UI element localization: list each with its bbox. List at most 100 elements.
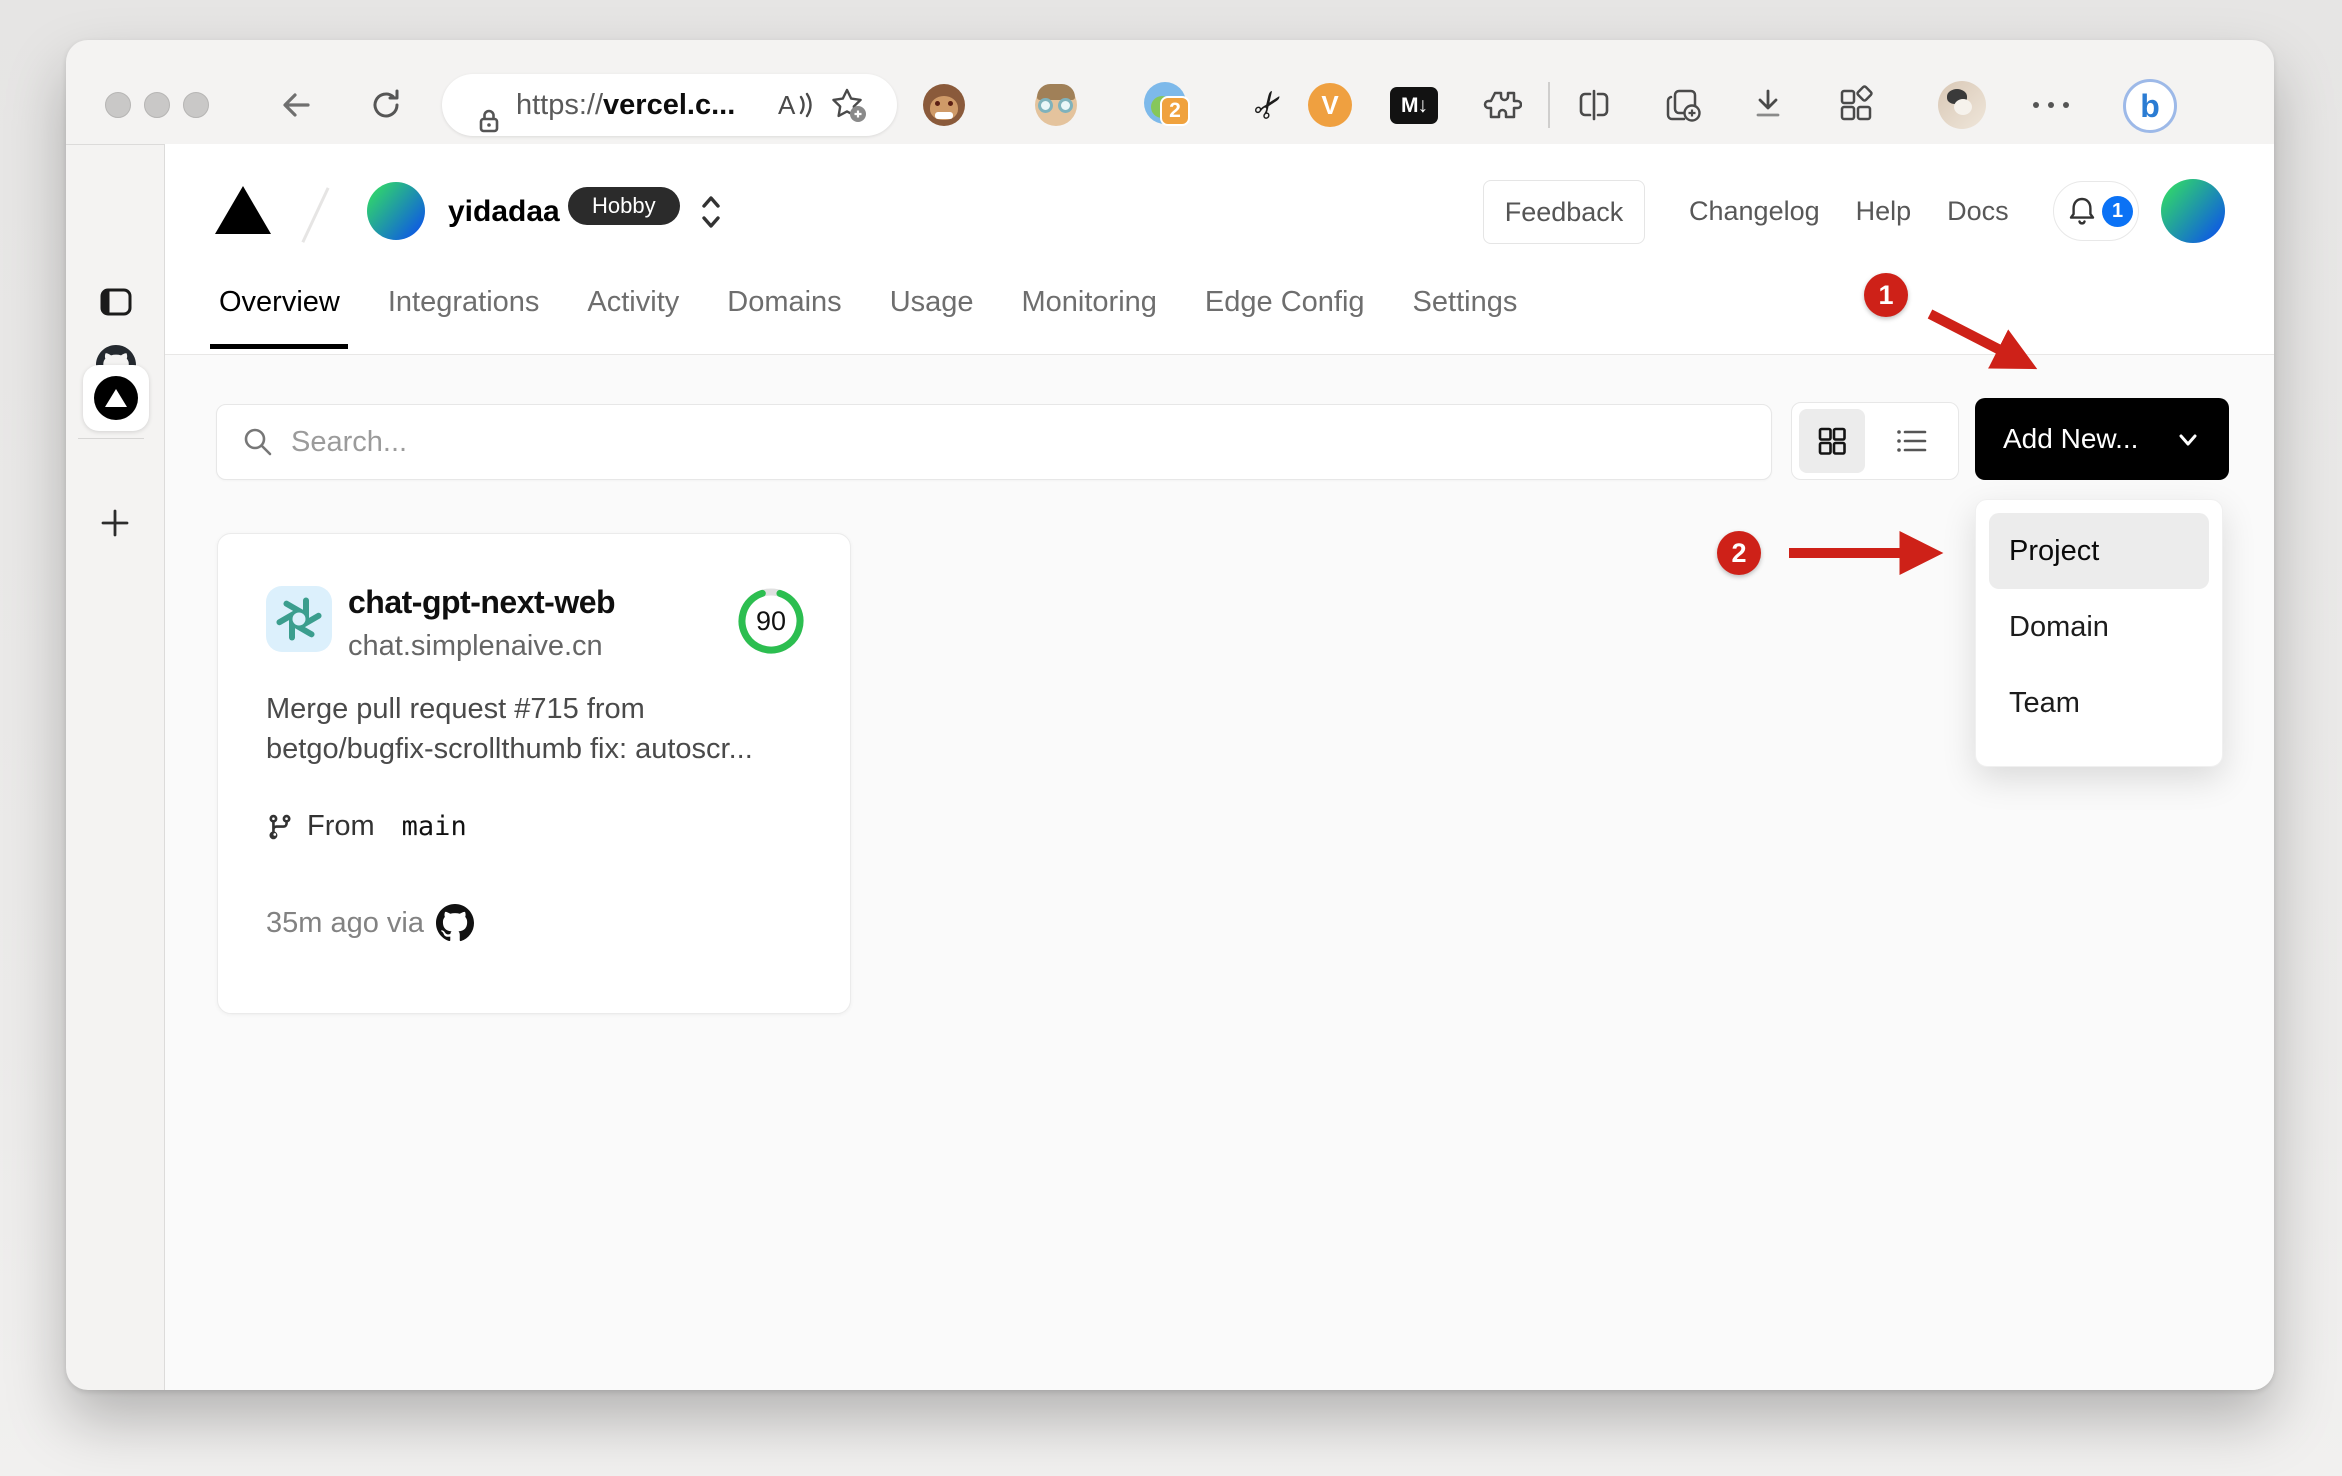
grid-view-button[interactable] [1799, 409, 1865, 473]
bing-icon: b [2123, 79, 2177, 133]
extension-markdown-icon[interactable]: M↓ [1390, 87, 1438, 124]
user-avatar[interactable] [2161, 179, 2225, 243]
lock-icon [474, 106, 504, 136]
search-bar[interactable] [216, 404, 1772, 480]
download-icon [1756, 89, 1780, 117]
tab-edge-config[interactable]: Edge Config [1205, 286, 1365, 320]
apps-launcher-button[interactable] [1835, 84, 1877, 126]
refresh-button[interactable] [367, 86, 405, 124]
feedback-button[interactable]: Feedback [1483, 180, 1645, 244]
traffic-minimize-button[interactable] [144, 92, 170, 118]
help-link[interactable]: Help [1856, 196, 1912, 227]
collections-add-icon [1666, 89, 1701, 122]
header-links: Changelog Help Docs [1689, 196, 2009, 227]
extension-scissors-icon[interactable]: ✂ [1243, 81, 1294, 129]
vercel-logo[interactable] [215, 186, 271, 234]
dropdown-item-project[interactable]: Project [1989, 513, 2209, 589]
add-new-label: Add New... [2003, 423, 2139, 454]
team-switcher-chevrons[interactable] [697, 192, 725, 232]
traffic-zoom-button[interactable] [183, 92, 209, 118]
browser-toolbar: https://vercel.c... A 2 ✂ V M↓ b [66, 40, 2274, 145]
add-new-button[interactable]: Add New... [1975, 398, 2229, 480]
vercel-page: yidadaa Hobby Feedback Changelog Help Do… [164, 144, 2274, 1390]
tab-domains[interactable]: Domains [727, 286, 841, 320]
more-menu-button[interactable] [2033, 102, 2069, 108]
add-new-dropdown: Project Domain Team [1975, 499, 2223, 767]
tab-vercel-active[interactable] [83, 365, 149, 431]
git-branch-icon [269, 814, 291, 839]
team-avatar[interactable] [367, 182, 425, 240]
extensions-puzzle-button[interactable] [1482, 85, 1522, 125]
extension-person-icon[interactable] [1035, 84, 1077, 126]
dropdown-item-domain[interactable]: Domain [1989, 589, 2209, 665]
plan-badge: Hobby [568, 187, 680, 225]
url-text: https://vercel.c... [516, 89, 766, 122]
vercel-favicon [94, 376, 138, 420]
breadcrumb-slash [301, 187, 330, 243]
puzzle-icon [1483, 91, 1522, 119]
profile-avatar[interactable] [1938, 81, 1986, 129]
collections-button[interactable] [1661, 84, 1705, 128]
new-tab-button[interactable] [99, 507, 131, 539]
browser-sidebar [66, 145, 163, 1390]
extension-v-icon[interactable]: V [1308, 83, 1352, 127]
annotation-step-2: 2 [1717, 531, 1761, 575]
from-label: From [307, 810, 375, 842]
downloads-button[interactable] [1749, 85, 1787, 123]
commit-line-1: Merge pull request #715 from [266, 693, 645, 725]
sidebar-panel-icon [100, 288, 132, 316]
dropdown-item-team[interactable]: Team [1989, 665, 2209, 741]
score-ring[interactable]: 90 [735, 585, 807, 657]
back-button[interactable] [277, 86, 315, 124]
deployment-meta: 35m ago via [266, 904, 474, 942]
favorites-button[interactable] [828, 85, 868, 125]
grid-view-icon [1818, 427, 1846, 455]
annotation-step-1: 1 [1864, 273, 1908, 317]
apps-grid-icon [1840, 85, 1873, 121]
sidebar-divider [78, 438, 144, 439]
project-icon-tile [266, 586, 332, 652]
extension-badge: 2 [1160, 96, 1190, 126]
vercel-header: yidadaa Hobby Feedback Changelog Help Do… [165, 144, 2274, 355]
project-domain[interactable]: chat.simplenaive.cn [348, 630, 603, 663]
changelog-link[interactable]: Changelog [1689, 196, 1820, 227]
sidebar-toggle-button[interactable] [98, 284, 134, 320]
url-scheme: https:// [516, 88, 604, 121]
tab-settings[interactable]: Settings [1413, 286, 1518, 320]
read-aloud-button[interactable]: A [774, 87, 814, 123]
tab-activity[interactable]: Activity [587, 286, 679, 320]
url-host: vercel.c... [603, 88, 736, 121]
toolbar-divider [1548, 82, 1550, 128]
view-toggle-group [1791, 402, 1959, 480]
branch-name[interactable]: main [402, 811, 467, 842]
project-card[interactable]: chat-gpt-next-web chat.simplenaive.cn 90… [217, 533, 851, 1014]
address-bar[interactable]: https://vercel.c... A [442, 74, 897, 136]
split-screen-button[interactable] [1574, 85, 1614, 125]
commit-message[interactable]: Merge pull request #715 from betgo/bugfi… [266, 689, 811, 769]
ellipsis-icon [2033, 102, 2069, 108]
team-name[interactable]: yidadaa [448, 195, 560, 229]
tab-overview[interactable]: Overview [210, 286, 348, 349]
tab-monitoring[interactable]: Monitoring [1022, 286, 1157, 320]
svg-text:A: A [778, 90, 796, 120]
github-source-icon [436, 904, 474, 942]
deployed-time: 35m ago via [266, 906, 424, 939]
tab-usage[interactable]: Usage [890, 286, 974, 320]
project-name[interactable]: chat-gpt-next-web [348, 584, 616, 621]
bell-icon [2069, 197, 2095, 225]
refresh-icon [373, 89, 399, 118]
screenshot-stage: https://vercel.c... A 2 ✂ V M↓ b yidadaa… [0, 0, 2342, 1476]
search-input[interactable] [289, 424, 1693, 460]
openai-icon [276, 597, 322, 641]
docs-link[interactable]: Docs [1947, 196, 2009, 227]
bing-chat-button[interactable]: b [2123, 79, 2177, 133]
read-aloud-icon: A [778, 90, 812, 120]
plus-icon [101, 509, 129, 537]
extension-translate-icon[interactable]: 2 [1144, 82, 1190, 126]
list-view-button[interactable] [1865, 425, 1958, 457]
notifications-button[interactable]: 1 [2053, 181, 2139, 241]
extension-monkey-icon[interactable] [923, 84, 965, 126]
traffic-close-button[interactable] [105, 92, 131, 118]
tab-integrations[interactable]: Integrations [388, 286, 540, 320]
split-screen-icon [1579, 89, 1609, 121]
